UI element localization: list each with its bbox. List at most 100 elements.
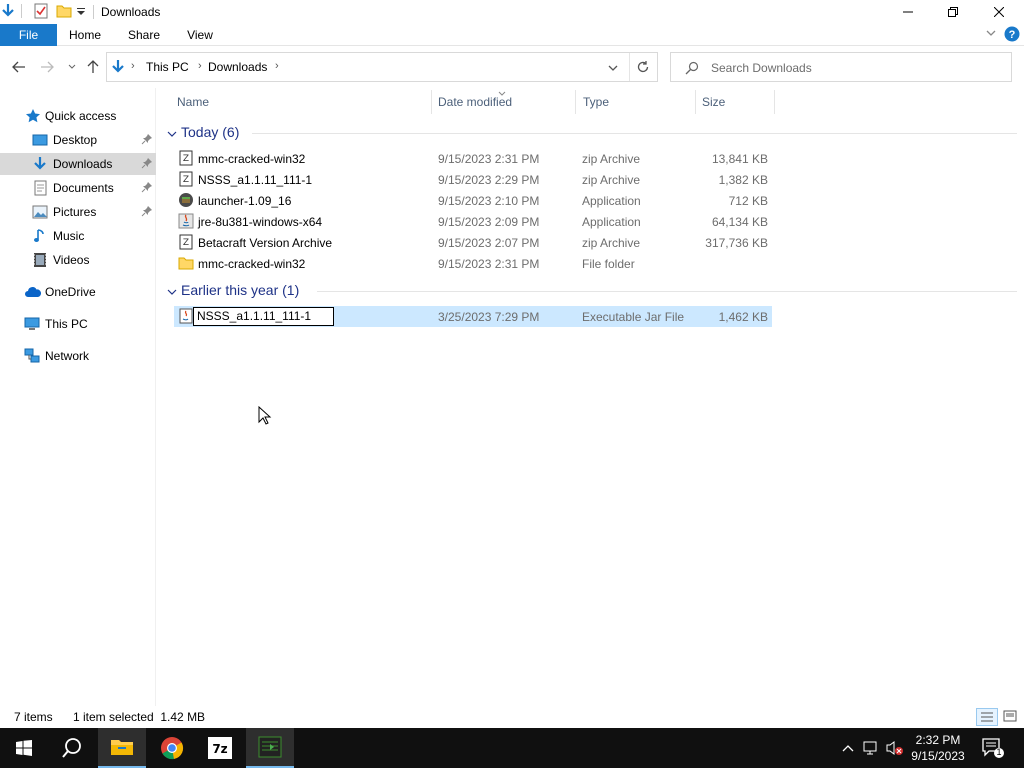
new-folder-icon[interactable] — [56, 3, 72, 19]
ribbon: File Home Share View ? — [0, 24, 1024, 46]
svg-text:?: ? — [1009, 29, 1016, 41]
search-button[interactable] — [48, 728, 96, 768]
sidebar-item-downloads[interactable]: Downloads — [0, 153, 156, 175]
breadcrumb-separator[interactable]: › — [198, 60, 202, 72]
file-row[interactable]: jre-8u381-windows-x64 9/15/2023 2:09 PM … — [174, 211, 772, 232]
group-header-today[interactable]: Today (6) — [181, 124, 239, 140]
pictures-icon — [32, 204, 48, 220]
forward-button[interactable] — [38, 58, 56, 76]
java-installer-icon — [178, 213, 194, 229]
pin-icon[interactable] — [141, 133, 153, 145]
back-button[interactable] — [10, 58, 28, 76]
restore-button[interactable] — [930, 0, 976, 24]
collapse-group-icon[interactable] — [167, 286, 177, 296]
file-date: 9/15/2023 2:10 PM — [438, 194, 540, 208]
file-row-selected[interactable]: NSSS_a1.1.11_111-1 3/25/2023 7:29 PM Exe… — [174, 306, 772, 327]
network-status-icon[interactable] — [863, 740, 879, 756]
sidebar-item-network[interactable]: Network — [0, 345, 156, 367]
address-history-dropdown[interactable] — [607, 62, 619, 77]
help-icon[interactable]: ? — [1004, 26, 1020, 45]
terminal-taskbar-button[interactable] — [246, 728, 294, 768]
column-header-name[interactable]: Name — [177, 95, 209, 109]
minimize-button[interactable] — [885, 0, 931, 24]
sidebar-item-quick-access[interactable]: Quick access — [0, 105, 156, 127]
breadcrumb-separator[interactable]: › — [275, 60, 279, 72]
file-row[interactable]: mmc-cracked-win32 9/15/2023 2:31 PM File… — [174, 253, 772, 274]
file-type: zip Archive — [582, 173, 641, 187]
properties-icon[interactable] — [33, 3, 49, 19]
sidebar-item-pictures[interactable]: Pictures — [0, 201, 156, 223]
sidebar-item-label: Downloads — [53, 157, 113, 171]
column-divider[interactable] — [431, 90, 432, 114]
item-count: 7 items — [14, 710, 53, 724]
file-row[interactable]: launcher-1.09_16 9/15/2023 2:10 PM Appli… — [174, 190, 772, 211]
close-button[interactable] — [976, 0, 1022, 24]
svg-text:7z: 7z — [212, 742, 227, 756]
show-hidden-icons-icon[interactable] — [840, 740, 856, 756]
volume-muted-icon[interactable] — [886, 740, 903, 756]
large-icons-view-button[interactable] — [1001, 708, 1019, 726]
network-icon — [24, 348, 40, 364]
refresh-icon[interactable] — [636, 60, 650, 77]
pin-icon[interactable] — [141, 157, 153, 169]
customize-toolbar-icon[interactable] — [74, 3, 90, 19]
file-row[interactable]: Z NSSS_a1.1.11_111-1 9/15/2023 2:29 PM z… — [174, 169, 772, 190]
tab-home[interactable]: Home — [63, 24, 107, 46]
sidebar-item-onedrive[interactable]: OneDrive — [0, 281, 156, 303]
search-input[interactable]: Search Downloads — [670, 52, 1012, 82]
column-header-date-modified[interactable]: Date modified — [438, 95, 512, 109]
details-view-button[interactable] — [976, 708, 998, 726]
sidebar-item-videos[interactable]: Videos — [0, 249, 156, 271]
start-button[interactable] — [0, 728, 48, 768]
sidebar-item-music[interactable]: Music — [0, 225, 156, 247]
file-row[interactable]: Z mmc-cracked-win32 9/15/2023 2:31 PM zi… — [174, 148, 772, 169]
sidebar-item-this-pc[interactable]: This PC — [0, 313, 156, 335]
documents-icon — [32, 180, 48, 196]
column-header-type[interactable]: Type — [583, 95, 609, 109]
file-type: Application — [582, 215, 641, 229]
notification-count: 1 — [996, 747, 1002, 757]
collapse-group-icon[interactable] — [167, 128, 177, 138]
taskbar: 7z 2:32 PM 9/15/2023 1 — [0, 728, 1024, 768]
column-divider[interactable] — [575, 90, 576, 114]
computer-icon — [24, 316, 40, 332]
sidebar-item-label: Pictures — [53, 205, 97, 219]
notification-center-button[interactable]: 1 — [980, 736, 1004, 760]
file-type: Application — [582, 194, 641, 208]
sidebar-item-label: Quick access — [45, 109, 117, 123]
breadcrumb-downloads[interactable]: Downloads — [208, 60, 267, 74]
recent-locations-button[interactable] — [63, 58, 81, 76]
clock[interactable]: 2:32 PM 9/15/2023 — [905, 732, 971, 764]
file-size: 64,134 KB — [711, 215, 768, 229]
rename-input[interactable]: NSSS_a1.1.11_111-1 — [193, 307, 334, 326]
breadcrumb-separator[interactable]: › — [131, 60, 135, 72]
file-explorer-taskbar-button[interactable] — [98, 728, 146, 768]
download-arrow-icon — [32, 156, 48, 172]
file-name: NSSS_a1.1.11_111-1 — [198, 173, 313, 187]
breadcrumb-this-pc[interactable]: This PC — [146, 60, 189, 74]
sidebar-item-desktop[interactable]: Desktop — [0, 129, 156, 151]
zip-icon: Z — [178, 171, 194, 187]
tab-share[interactable]: Share — [122, 24, 166, 46]
expand-ribbon-icon[interactable] — [985, 27, 997, 42]
column-divider[interactable] — [774, 90, 775, 114]
group-header-earlier-this-year[interactable]: Earlier this year (1) — [181, 282, 299, 298]
svg-text:Z: Z — [183, 238, 189, 248]
column-header-size[interactable]: Size — [702, 95, 725, 109]
pin-icon[interactable] — [141, 181, 153, 193]
svg-text:Z: Z — [183, 154, 189, 164]
sidebar-item-documents[interactable]: Documents — [0, 177, 156, 199]
address-bar[interactable]: › This PC › Downloads › — [106, 52, 658, 82]
file-date: 9/15/2023 2:31 PM — [438, 257, 540, 271]
tab-file[interactable]: File — [0, 24, 57, 46]
tab-view[interactable]: View — [180, 24, 220, 46]
search-icon — [685, 61, 699, 78]
up-button[interactable] — [84, 58, 102, 76]
7zip-taskbar-button[interactable]: 7z — [196, 728, 244, 768]
videos-icon — [32, 252, 48, 268]
file-name: Betacraft Version Archive — [198, 236, 333, 250]
chrome-taskbar-button[interactable] — [148, 728, 196, 768]
pin-icon[interactable] — [141, 205, 153, 217]
file-row[interactable]: Z Betacraft Version Archive 9/15/2023 2:… — [174, 232, 772, 253]
column-divider[interactable] — [695, 90, 696, 114]
